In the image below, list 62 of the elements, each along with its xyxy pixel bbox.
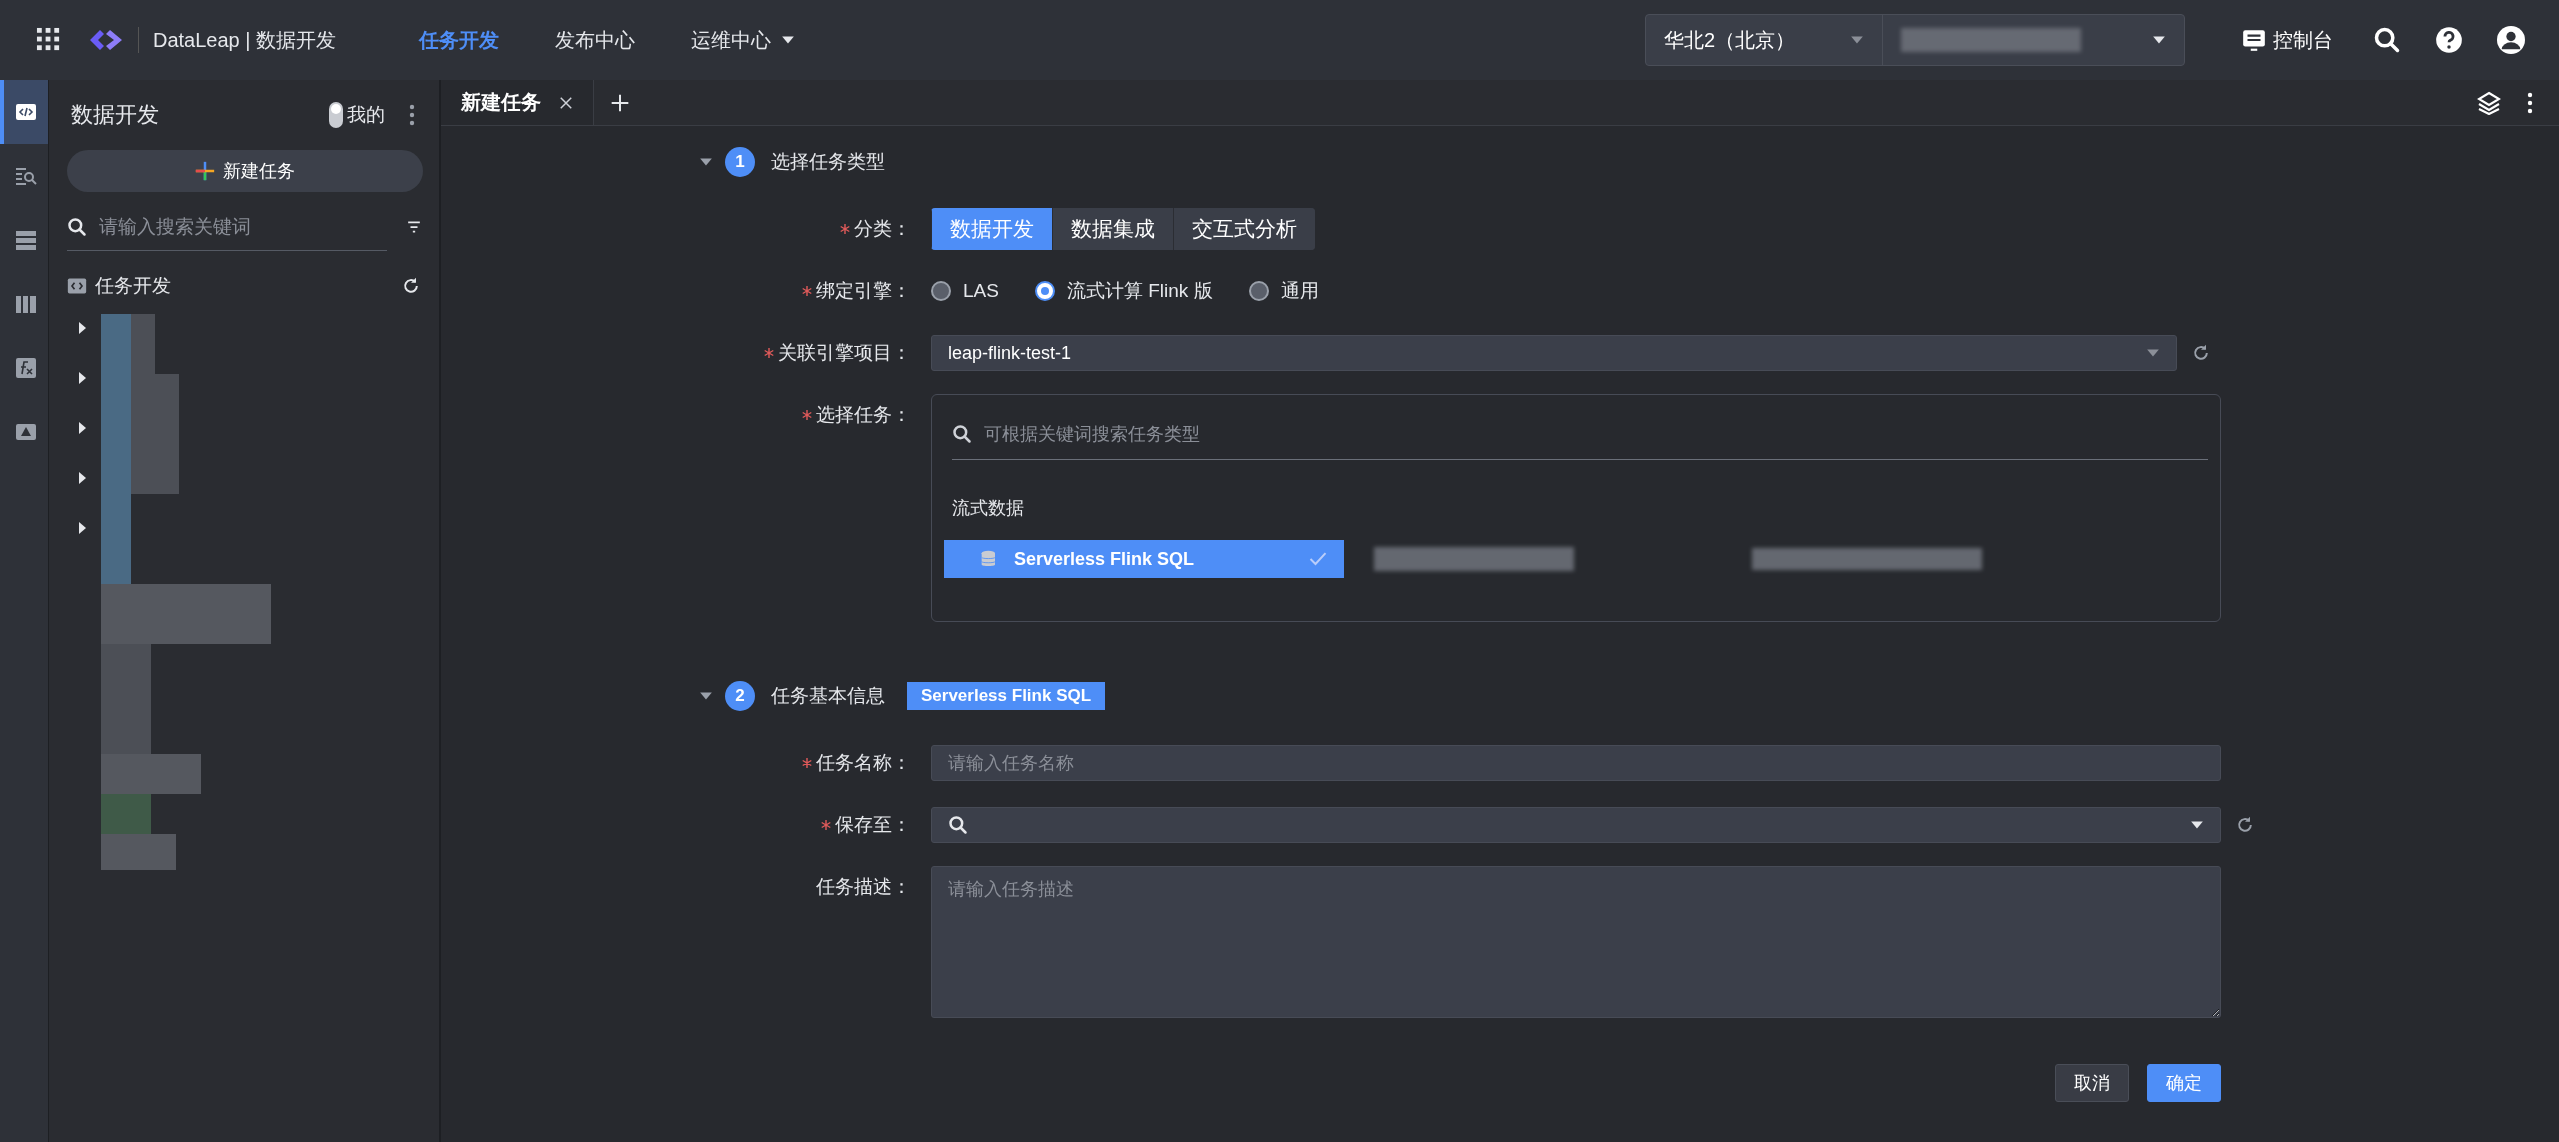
field-label: 任务描述： <box>816 875 911 899</box>
caret-icon <box>2152 35 2166 45</box>
mine-toggle[interactable] <box>329 102 343 128</box>
new-task-button[interactable]: 新建任务 <box>67 150 423 192</box>
engine-radio[interactable]: 流式计算 Flink 版 <box>1034 278 1213 304</box>
search-icon <box>67 216 87 237</box>
search-field[interactable]: 可根据关键词搜索任务类型 <box>982 422 2208 446</box>
engine-radio[interactable]: LAS <box>931 278 999 304</box>
step-number: 1 <box>725 147 755 177</box>
logo-icon <box>88 28 124 52</box>
monitor-icon <box>2241 27 2267 53</box>
field-label: 绑定引擎： <box>816 279 911 303</box>
sidebar-title: 数据开发 <box>71 101 160 129</box>
caret-icon[interactable] <box>699 691 713 701</box>
nav-tab[interactable]: 运维中心 <box>663 26 824 54</box>
tree-root-label[interactable]: 任务开发 <box>95 273 171 299</box>
refresh-icon[interactable] <box>2235 815 2255 835</box>
nav-tab[interactable]: 发布中心 <box>527 26 664 54</box>
project-select[interactable]: leap-flink-test-1 <box>931 335 2177 371</box>
field-label: 任务名称： <box>816 751 911 775</box>
apps-grid-icon[interactable] <box>36 27 62 53</box>
input-field[interactable]: 请输入任务名称 <box>931 745 2221 781</box>
region-selector[interactable]: 华北2（北京） <box>1645 14 2185 66</box>
section-title: 任务基本信息 <box>771 684 885 708</box>
search-icon <box>948 815 968 835</box>
caret-icon[interactable] <box>699 157 713 167</box>
section-title: 选择任务类型 <box>771 150 885 174</box>
field-label: 分类： <box>854 217 911 241</box>
refresh-icon[interactable] <box>2191 343 2211 363</box>
field-label: 保存至： <box>835 813 911 837</box>
field-label: 选择任务： <box>816 403 911 427</box>
code-icon <box>67 276 87 296</box>
cancel-button[interactable]: 取消 <box>2055 1064 2129 1102</box>
region-value: 华北2（北京） <box>1664 27 1796 53</box>
list-icon <box>14 228 38 252</box>
plus-icon <box>195 161 215 181</box>
search-field[interactable]: 请输入搜索关键词 <box>97 214 387 239</box>
refresh-icon[interactable] <box>401 276 421 296</box>
caret-icon <box>1850 35 1864 45</box>
app-title: DataLeap | 数据开发 <box>153 27 337 53</box>
step-number: 2 <box>725 681 755 711</box>
search-icon[interactable] <box>2373 26 2401 54</box>
description-field[interactable]: 请输入任务描述 <box>931 866 2221 1018</box>
layers-icon[interactable] <box>2477 90 2501 115</box>
field-label: 关联引擎项目： <box>778 341 911 365</box>
task-type-tag: Serverless Flink SQL <box>907 682 1106 710</box>
search-icon <box>952 424 972 444</box>
help-icon[interactable] <box>2435 26 2463 54</box>
category-option[interactable]: 交互式分析 <box>1173 208 1315 250</box>
mine-label: 我的 <box>347 103 385 127</box>
engine-radio[interactable]: 通用 <box>1248 278 1319 304</box>
caret-icon <box>2190 820 2204 830</box>
group-title: 流式数据 <box>952 497 1025 520</box>
function-icon <box>14 356 38 380</box>
avatar-icon[interactable] <box>2497 26 2525 54</box>
close-icon <box>559 95 573 110</box>
console-link[interactable]: 控制台 <box>2235 25 2339 55</box>
more-icon[interactable] <box>2527 91 2533 114</box>
caret-icon <box>2146 348 2160 358</box>
filter-icon[interactable] <box>407 220 421 234</box>
plus-icon <box>610 92 630 113</box>
nav-tab[interactable]: 任务开发 <box>391 26 528 54</box>
